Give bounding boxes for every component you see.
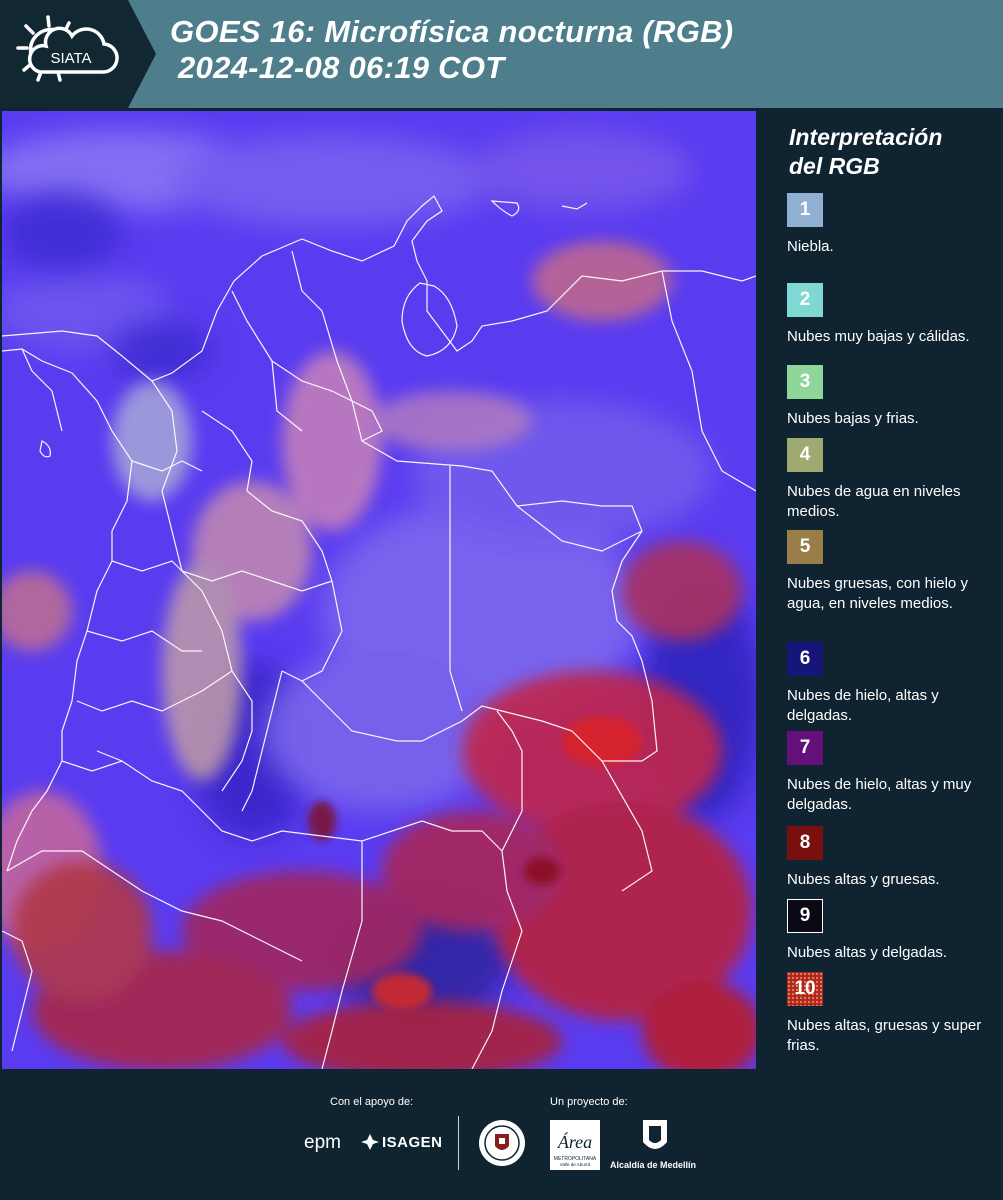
- isagen-icon: [361, 1134, 379, 1150]
- header: SIATA GOES 16: Microfísica nocturna (RGB…: [0, 0, 1003, 108]
- legend-title-line1: Interpretación: [789, 124, 943, 150]
- support-label: Con el apoyo de:: [330, 1096, 414, 1108]
- legend-item-8: 8 Nubes altas y gruesas.: [787, 826, 997, 890]
- satellite-rgb-composite-icon: [2, 111, 756, 1069]
- legend-item-6: 6 Nubes de hielo, altas y delgadas.: [787, 642, 997, 726]
- legend-item-3: 3 Nubes bajas y frias.: [787, 365, 997, 429]
- area-metropolitana-logo: Área METROPOLITANA Valle de Aburrá: [550, 1120, 600, 1170]
- legend-label-4: Nubes de agua en niveles medios.: [787, 483, 961, 520]
- project-label: Un proyecto de:: [550, 1096, 628, 1108]
- legend-title: Interpretación del RGB: [789, 123, 989, 181]
- logo-arrow: [128, 0, 156, 108]
- legend-label-3: Nubes bajas y frias.: [787, 410, 919, 427]
- legend-label-6: Nubes de hielo, altas y delgadas.: [787, 687, 939, 724]
- legend-item-5: 5 Nubes gruesas, con hielo y agua, en ni…: [787, 530, 997, 614]
- rgb-legend: Interpretación del RGB 1 Niebla. 2 Nubes…: [758, 111, 1003, 1069]
- page-title: GOES 16: Microfísica nocturna (RGB) 2024…: [170, 14, 733, 86]
- sun-cloud-icon: SIATA: [16, 15, 119, 82]
- svg-text:SIATA: SIATA: [50, 50, 91, 67]
- alcaldia-label: Alcaldía de Medellín: [610, 1160, 697, 1170]
- legend-title-line2: del RGB: [789, 153, 880, 179]
- legend-swatch-5: 5: [787, 530, 823, 564]
- legend-swatch-4: 4: [787, 438, 823, 472]
- legend-item-9: 9 Nubes altas y delgadas.: [787, 899, 997, 963]
- satellite-map: [2, 111, 756, 1069]
- legend-swatch-7: 7: [787, 731, 823, 765]
- title-timestamp: 2024-12-08 06:19 COT: [178, 50, 505, 85]
- legend-label-2: Nubes muy bajas y cálidas.: [787, 328, 970, 345]
- university-seal-icon: [479, 1120, 525, 1166]
- legend-swatch-9: 9: [787, 899, 823, 933]
- legend-label-7: Nubes de hielo, altas y muy delgadas.: [787, 776, 972, 813]
- isagen-logo: ISAGEN: [382, 1134, 443, 1151]
- footer-divider: [458, 1116, 459, 1170]
- legend-label-8: Nubes altas y gruesas.: [787, 871, 940, 888]
- epm-logo: epm: [304, 1132, 341, 1153]
- legend-swatch-8: 8: [787, 826, 823, 860]
- alcaldia-shield-icon: [643, 1120, 667, 1149]
- legend-label-9: Nubes altas y delgadas.: [787, 944, 948, 961]
- siata-logo: SIATA: [0, 0, 128, 108]
- legend-item-4: 4 Nubes de agua en niveles medios.: [787, 438, 997, 522]
- legend-swatch-6: 6: [787, 642, 823, 676]
- legend-swatch-2: 2: [787, 283, 823, 317]
- legend-item-10: 10 Nubes altas, gruesas y super frias.: [787, 972, 997, 1056]
- legend-label-1: Niebla.: [787, 238, 834, 255]
- footer: Con el apoyo de: Un proyecto de: epm ISA…: [0, 1070, 1003, 1200]
- title-product: GOES 16: Microfísica nocturna (RGB): [170, 14, 734, 49]
- svg-text:Valle de Aburrá: Valle de Aburrá: [560, 1162, 591, 1167]
- legend-swatch-3: 3: [787, 365, 823, 399]
- legend-item-1: 1 Niebla.: [787, 193, 997, 257]
- legend-swatch-1: 1: [787, 193, 823, 227]
- legend-label-10: Nubes altas, gruesas y super frias.: [787, 1017, 982, 1054]
- legend-item-2: 2 Nubes muy bajas y cálidas.: [787, 283, 997, 347]
- legend-label-5: Nubes gruesas, con hielo y agua, en nive…: [787, 575, 968, 612]
- legend-swatch-10: 10: [787, 972, 823, 1006]
- svg-text:Área: Área: [557, 1131, 592, 1152]
- legend-item-7: 7 Nubes de hielo, altas y muy delgadas.: [787, 731, 997, 815]
